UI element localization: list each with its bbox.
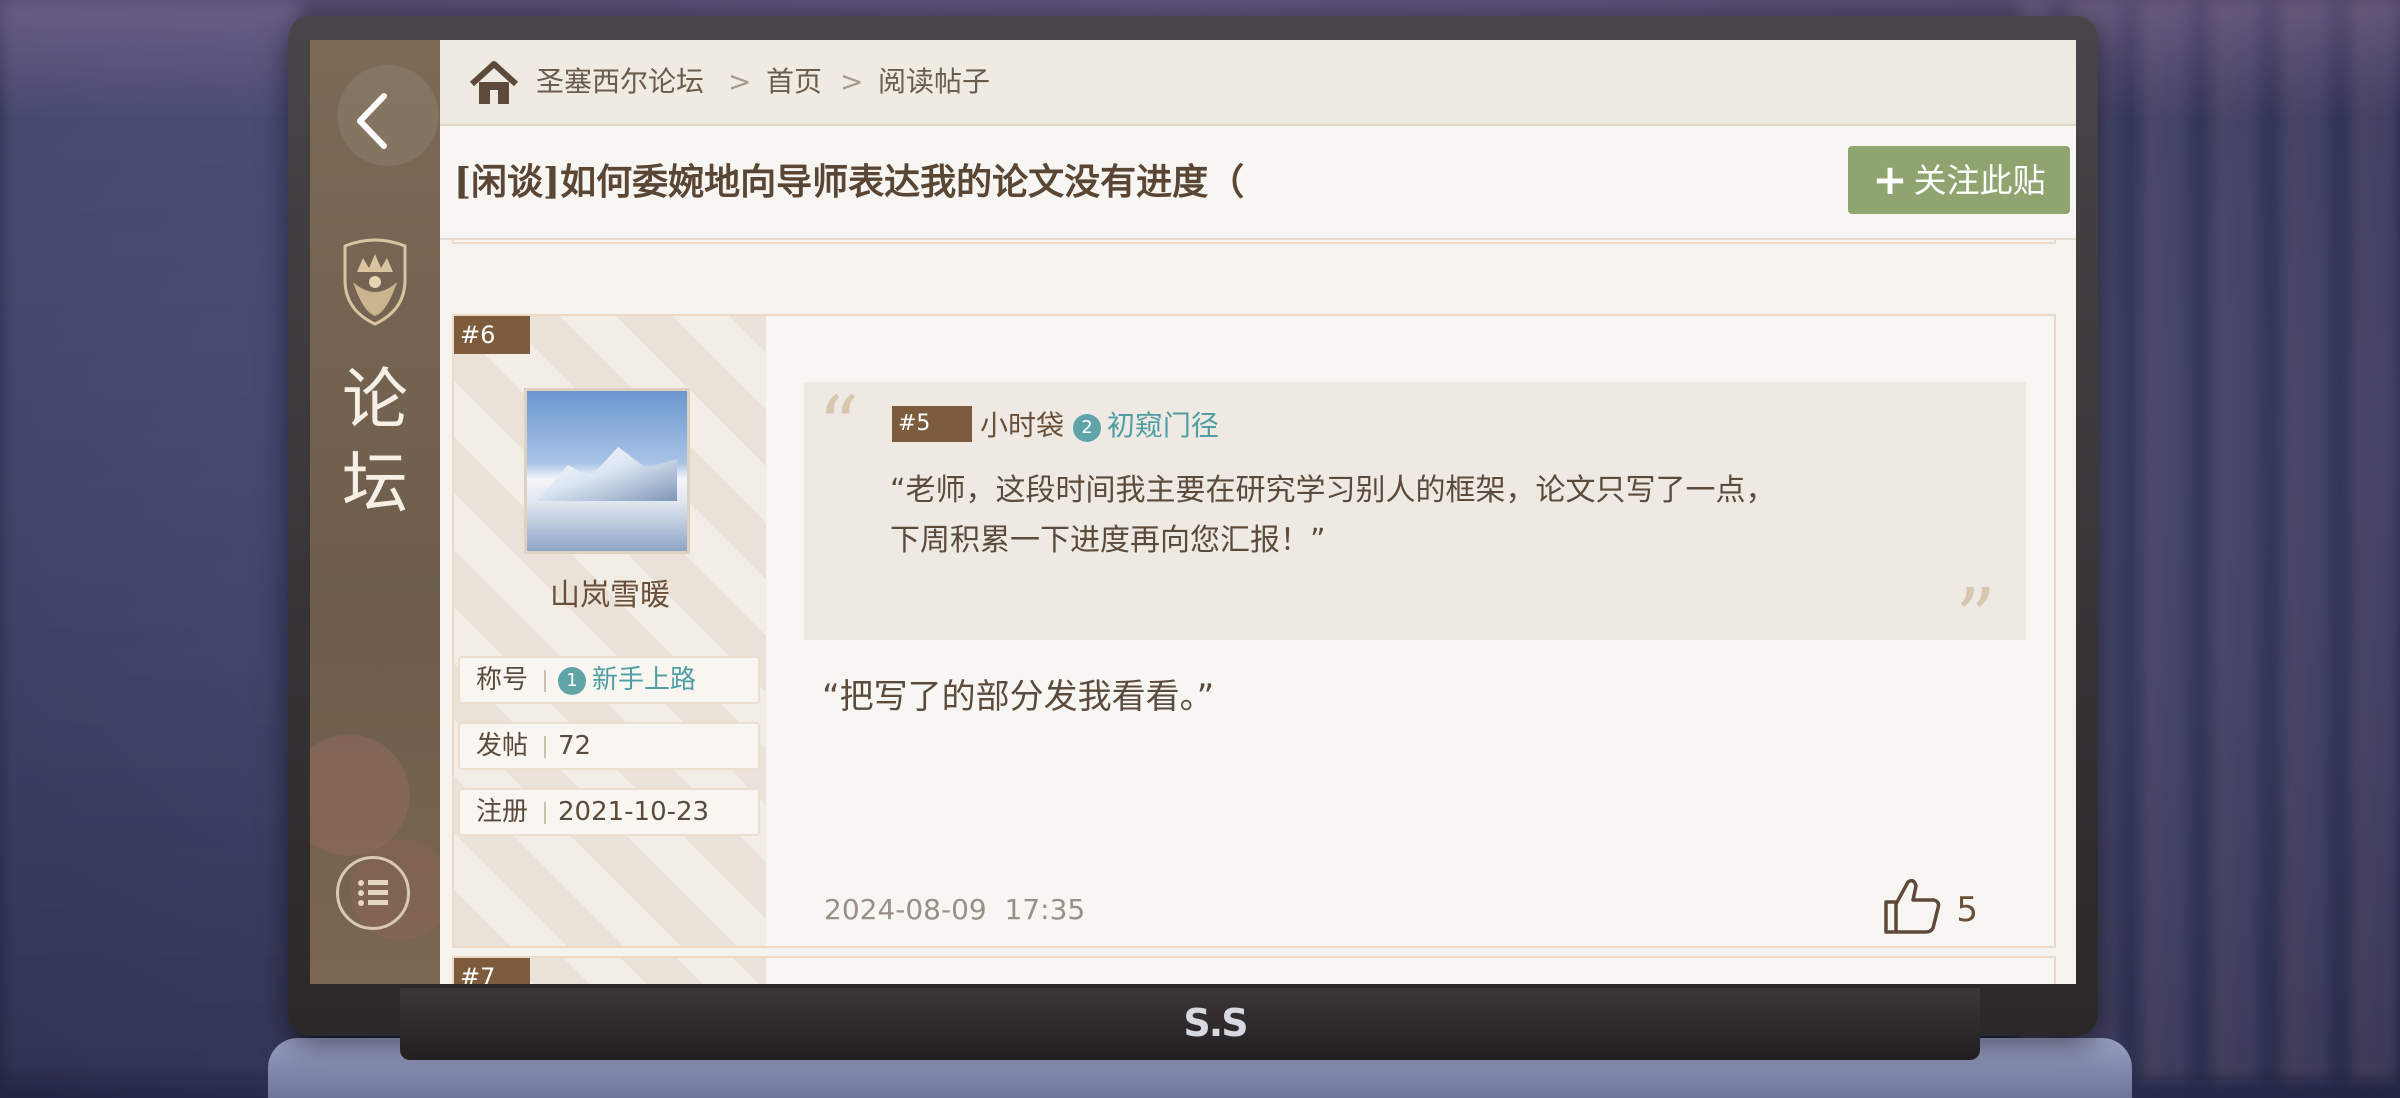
field-value: 2021-10-23 bbox=[558, 797, 710, 827]
floor-tag: #6 bbox=[454, 316, 530, 354]
list-icon[interactable] bbox=[336, 856, 410, 930]
field-value: 1 新手上路 bbox=[558, 658, 696, 702]
quote-text: “老师，这段时间我主要在研究学习别人的框架，论文只写了一点， 下周积累一下进度再… bbox=[890, 466, 1990, 566]
post-content: “ #5 小时袋 2 初窥门径 “老师，这段时间我主要在研究学习别人的框架，论文只写… bbox=[766, 316, 2054, 946]
breadcrumb-home[interactable]: 首页 bbox=[766, 62, 822, 102]
post-list[interactable]: #6 山岚雪暖 称号 1 新手上路 发帖 72 注册 2021-10-23 “ … bbox=[440, 240, 2076, 984]
floor-tag: #7 bbox=[454, 958, 530, 984]
sidebar-title: 论 坛 bbox=[310, 358, 440, 526]
post-date: 2024-08-09 bbox=[824, 893, 987, 926]
post-author-panel: #6 山岚雪暖 称号 1 新手上路 发帖 72 注册 2021-10-23 bbox=[454, 316, 766, 946]
field-label: 发帖 bbox=[476, 731, 529, 761]
quote-block: “ #5 小时袋 2 初窥门径 “老师，这段时间我主要在研究学习别人的框架，论文只写… bbox=[804, 379, 2026, 658]
reply-text: “把写了的部分发我看看。” bbox=[822, 677, 1215, 717]
post-item: #6 山岚雪暖 称号 1 新手上路 发帖 72 注册 2021-10-23 “ … bbox=[452, 314, 2056, 948]
thumbs-up-icon[interactable] bbox=[1880, 876, 1944, 936]
device-logo: S.S bbox=[1183, 1001, 1248, 1045]
quote-floor-tag: #5 bbox=[892, 406, 972, 442]
quote-line: 下周积累一下进度再向您汇报！” bbox=[890, 523, 1326, 558]
home-icon[interactable] bbox=[468, 60, 520, 106]
breadcrumb: 圣塞西尔论坛 > 首页 > 阅读帖子 bbox=[440, 40, 2076, 126]
rank-badge-icon: 2 bbox=[1072, 414, 1101, 442]
plus-icon: + bbox=[1872, 155, 1908, 204]
author-registered-row: 注册 2021-10-23 bbox=[458, 788, 760, 836]
quote-author[interactable]: 小时袋 bbox=[980, 409, 1064, 442]
sidebar-title-line1: 论 bbox=[342, 361, 408, 438]
open-quote-icon: “ bbox=[818, 379, 859, 472]
thread-header: [闲谈]如何委婉地向导师表达我的论文没有进度（ + 关注此贴 bbox=[440, 126, 2076, 240]
field-value: 72 bbox=[558, 731, 592, 761]
post-time: 17:35 bbox=[1004, 893, 1086, 926]
post-author-panel: #7 bbox=[454, 958, 766, 984]
quote-rank: 2 初窥门径 bbox=[1072, 409, 1219, 442]
breadcrumb-forum[interactable]: 圣塞西尔论坛 bbox=[536, 62, 704, 102]
post-username[interactable]: 山岚雪暖 bbox=[454, 574, 766, 618]
post-timestamp: 2024-08-09 17:35 bbox=[824, 890, 1085, 930]
post-item: #7 bbox=[452, 956, 2056, 984]
author-posts-row: 发帖 72 bbox=[458, 722, 760, 770]
forum-screen: 论 坛 圣塞西尔论坛 > 首页 > 阅读帖子 [闲谈]如何委婉地向导师表达我的论… bbox=[310, 40, 2076, 984]
quote-line: “老师，这段时间我主要在研究学习别人的框架，论文只写了一点， bbox=[890, 473, 1776, 508]
background-left bbox=[0, 0, 300, 1080]
breadcrumb-separator: > bbox=[840, 65, 864, 98]
chevron-left-icon[interactable] bbox=[344, 86, 404, 156]
avatar[interactable] bbox=[524, 388, 690, 554]
breadcrumb-current: 阅读帖子 bbox=[878, 65, 991, 98]
breadcrumb-separator: > bbox=[728, 65, 752, 98]
field-label: 称号 bbox=[476, 665, 529, 695]
rank-badge-icon: 1 bbox=[558, 667, 586, 695]
sidebar-title-line2: 坛 bbox=[342, 445, 408, 522]
follow-thread-button[interactable]: + 关注此贴 bbox=[1848, 146, 2070, 214]
academy-crest-icon bbox=[327, 232, 423, 328]
author-title-row: 称号 1 新手上路 bbox=[458, 656, 760, 704]
close-quote-icon: ” bbox=[1955, 571, 1996, 664]
rank-name: 新手上路 bbox=[592, 665, 697, 695]
previous-post-edge bbox=[452, 240, 2056, 244]
like-count: 5 bbox=[1956, 890, 1978, 930]
field-label: 注册 bbox=[476, 797, 529, 827]
quote-rank-name: 初窥门径 bbox=[1106, 409, 1219, 442]
follow-label: 关注此贴 bbox=[1913, 161, 2046, 200]
thread-title: [闲谈]如何委婉地向导师表达我的论文没有进度（ bbox=[454, 161, 1245, 203]
quote-header: #5 小时袋 2 初窥门径 bbox=[892, 406, 1219, 446]
sidebar: 论 坛 bbox=[310, 40, 440, 984]
